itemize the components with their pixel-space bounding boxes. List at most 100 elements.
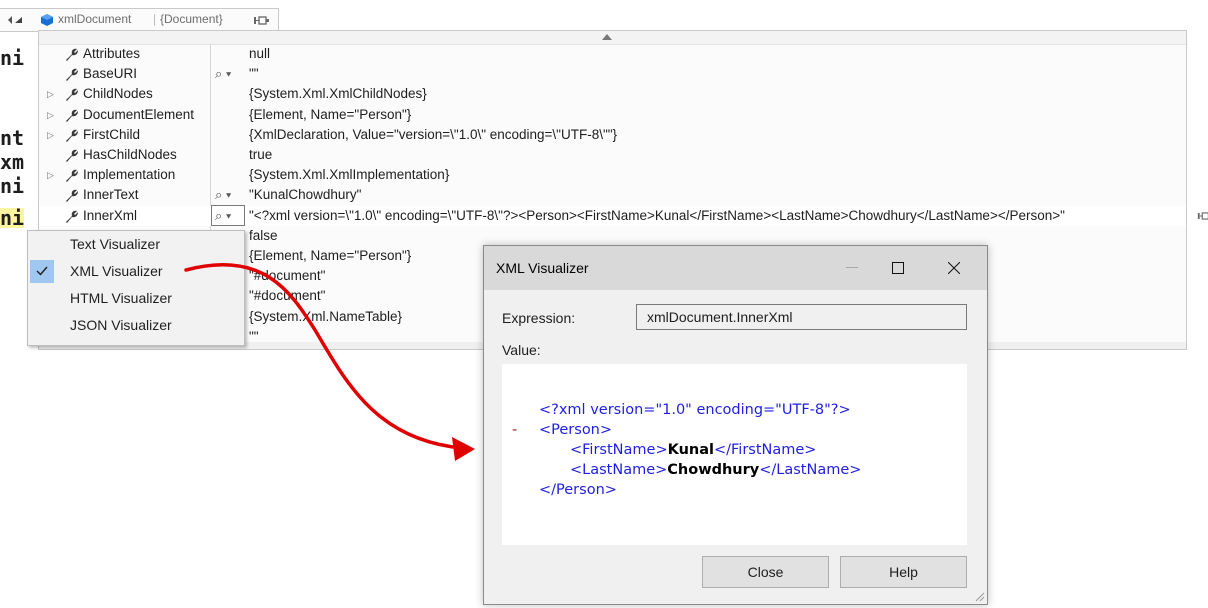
property-wrench-icon bbox=[66, 68, 78, 82]
checkmark-icon bbox=[36, 266, 48, 276]
close-window-button[interactable] bbox=[937, 246, 983, 290]
property-name: InnerXml bbox=[83, 207, 138, 223]
xml-tag: </LastName> bbox=[759, 462, 862, 478]
property-value: "<?xml version=\"1.0\" encoding=\"UTF-8\… bbox=[249, 207, 1065, 223]
xml-tag: <LastName> bbox=[570, 462, 668, 478]
xml-tag: <FirstName> bbox=[570, 442, 668, 458]
datatip-variable-type: {Document} bbox=[160, 12, 223, 26]
magnifier-icon[interactable]: ⌕ ▾ bbox=[215, 206, 231, 226]
property-wrench-icon bbox=[66, 48, 78, 61]
property-wrench-icon bbox=[66, 109, 78, 122]
property-value: false bbox=[249, 227, 278, 243]
scroll-up-bar[interactable] bbox=[39, 31, 1186, 45]
property-name: BaseURI bbox=[83, 66, 138, 82]
datatip-row[interactable]: ▷ DocumentElement {Element, Name="Person"} bbox=[39, 105, 1186, 125]
property-value: {Element, Name="Person"} bbox=[249, 248, 412, 263]
property-value: null bbox=[249, 46, 271, 61]
menu-item-label: Text Visualizer bbox=[70, 236, 161, 252]
resize-grip-icon[interactable] bbox=[973, 590, 985, 602]
menu-item-json-visualizer[interactable]: JSON Visualizer bbox=[28, 312, 244, 339]
property-value: {XmlDeclaration, Value="version=\"1.0\" … bbox=[249, 126, 618, 142]
maximize-button[interactable] bbox=[875, 246, 921, 290]
dialog-titlebar[interactable]: XML Visualizer bbox=[484, 246, 987, 290]
xml-person-open: <Person> bbox=[539, 422, 613, 438]
xml-firstname-line: <FirstName>Kunal</FirstName> bbox=[570, 440, 816, 460]
datatip-row[interactable]: Attributes null bbox=[39, 44, 1186, 64]
datatip-row[interactable]: HasChildNodes true bbox=[39, 145, 1186, 165]
datatip-row[interactable]: BaseURI ⌕ ▾ "" bbox=[39, 64, 1186, 84]
expand-arrow-icon[interactable]: ▷ bbox=[47, 165, 54, 185]
property-name: Attributes bbox=[83, 46, 141, 61]
property-value: "#document" bbox=[249, 288, 326, 304]
property-name: FirstChild bbox=[83, 126, 141, 142]
xml-value-viewer[interactable]: <?xml version="1.0" encoding="UTF-8"?> -… bbox=[502, 364, 967, 545]
property-wrench-icon bbox=[66, 89, 78, 102]
menu-item-text-visualizer[interactable]: Text Visualizer bbox=[28, 231, 244, 258]
property-value: true bbox=[249, 147, 273, 162]
menu-item-label: XML Visualizer bbox=[70, 263, 163, 279]
property-name: Implementation bbox=[83, 167, 176, 183]
property-value: {System.Xml.XmlImplementation} bbox=[249, 167, 450, 183]
xml-text: Kunal bbox=[667, 442, 714, 458]
property-wrench-icon bbox=[66, 169, 78, 183]
collapse-arrow-icon[interactable] bbox=[8, 16, 24, 24]
magnifier-icon[interactable]: ⌕ ▾ bbox=[215, 185, 231, 205]
expand-arrow-icon[interactable]: ▷ bbox=[47, 125, 54, 145]
visualizer-menu: Text Visualizer XML Visualizer HTML Visu… bbox=[27, 230, 245, 346]
pin-icon[interactable] bbox=[253, 15, 269, 26]
property-wrench-icon bbox=[66, 149, 78, 162]
expression-label: Expression: bbox=[502, 310, 576, 326]
code-fragment: nt bbox=[0, 126, 25, 150]
close-button[interactable]: Close bbox=[702, 556, 829, 588]
datatip-variable-name: xmlDocument bbox=[58, 12, 132, 26]
xml-visualizer-dialog: XML Visualizer Expression: xmlDocument.I… bbox=[483, 245, 988, 605]
menu-item-html-visualizer[interactable]: HTML Visualizer bbox=[28, 285, 244, 312]
xml-person-close: </Person> bbox=[539, 482, 617, 498]
property-value: {Element, Name="Person"} bbox=[249, 106, 412, 122]
code-fragment: ni bbox=[0, 174, 25, 198]
pin-icon[interactable] bbox=[1197, 211, 1208, 221]
menu-item-label: HTML Visualizer bbox=[70, 290, 172, 306]
scroll-up-icon[interactable] bbox=[602, 34, 612, 40]
object-icon bbox=[41, 14, 53, 26]
property-name: ChildNodes bbox=[83, 86, 153, 102]
datatip-row[interactable]: ▷ FirstChild {XmlDeclaration, Value="versi… bbox=[39, 125, 1186, 145]
property-name: InnerText bbox=[83, 187, 139, 203]
code-fragment: ni bbox=[0, 46, 25, 70]
maximize-icon bbox=[892, 262, 904, 274]
xml-lastname-line: <LastName>Chowdhury</LastName> bbox=[570, 460, 861, 480]
property-value: {System.Xml.XmlChildNodes} bbox=[249, 86, 427, 102]
xml-declaration: <?xml version="1.0" encoding="UTF-8"?> bbox=[539, 402, 851, 418]
property-name: DocumentElement bbox=[83, 106, 195, 122]
magnifier-icon[interactable]: ⌕ ▾ bbox=[215, 64, 231, 84]
menu-item-xml-visualizer[interactable]: XML Visualizer bbox=[28, 258, 244, 285]
close-icon bbox=[948, 262, 960, 274]
value-label: Value: bbox=[502, 342, 541, 358]
property-wrench-icon bbox=[66, 210, 78, 223]
expand-arrow-icon[interactable]: ▷ bbox=[47, 84, 54, 104]
expression-field[interactable]: xmlDocument.InnerXml bbox=[636, 304, 967, 330]
property-value: "" bbox=[249, 66, 259, 82]
datatip-row[interactable]: ▷ Implementation {System.Xml.XmlImplementa… bbox=[39, 165, 1186, 185]
property-name: HasChildNodes bbox=[83, 147, 177, 162]
minimize-icon bbox=[846, 267, 858, 268]
property-value: {System.Xml.NameTable} bbox=[249, 308, 403, 324]
help-button[interactable]: Help bbox=[840, 556, 967, 588]
code-fragment: xm bbox=[0, 150, 25, 174]
datatip-row[interactable]: InnerXml ⌕ ▾ "<?xml version=\"1.0\" encodi… bbox=[39, 204, 1208, 226]
minimize-button[interactable] bbox=[829, 246, 875, 290]
property-wrench-icon bbox=[66, 190, 78, 203]
menu-item-label: JSON Visualizer bbox=[70, 317, 172, 333]
property-wrench-icon bbox=[66, 129, 78, 142]
property-value: "#document" bbox=[249, 268, 326, 284]
expand-arrow-icon[interactable]: ▷ bbox=[47, 105, 54, 125]
datatip-row[interactable]: InnerText ⌕ ▾ "KunalChowdhury" bbox=[39, 185, 1186, 205]
collapse-toggle[interactable]: - bbox=[512, 420, 517, 440]
property-value: "KunalChowdhury" bbox=[249, 187, 362, 203]
datatip-separator: | bbox=[153, 12, 157, 26]
expression-value: xmlDocument.InnerXml bbox=[647, 309, 793, 325]
datatip-header[interactable]: xmlDocument | {Document} bbox=[0, 8, 279, 32]
xml-tag: </FirstName> bbox=[713, 442, 817, 458]
datatip-row[interactable]: ▷ ChildNodes {System.Xml.XmlChildNodes} bbox=[39, 84, 1186, 104]
dialog-title: XML Visualizer bbox=[496, 260, 589, 276]
